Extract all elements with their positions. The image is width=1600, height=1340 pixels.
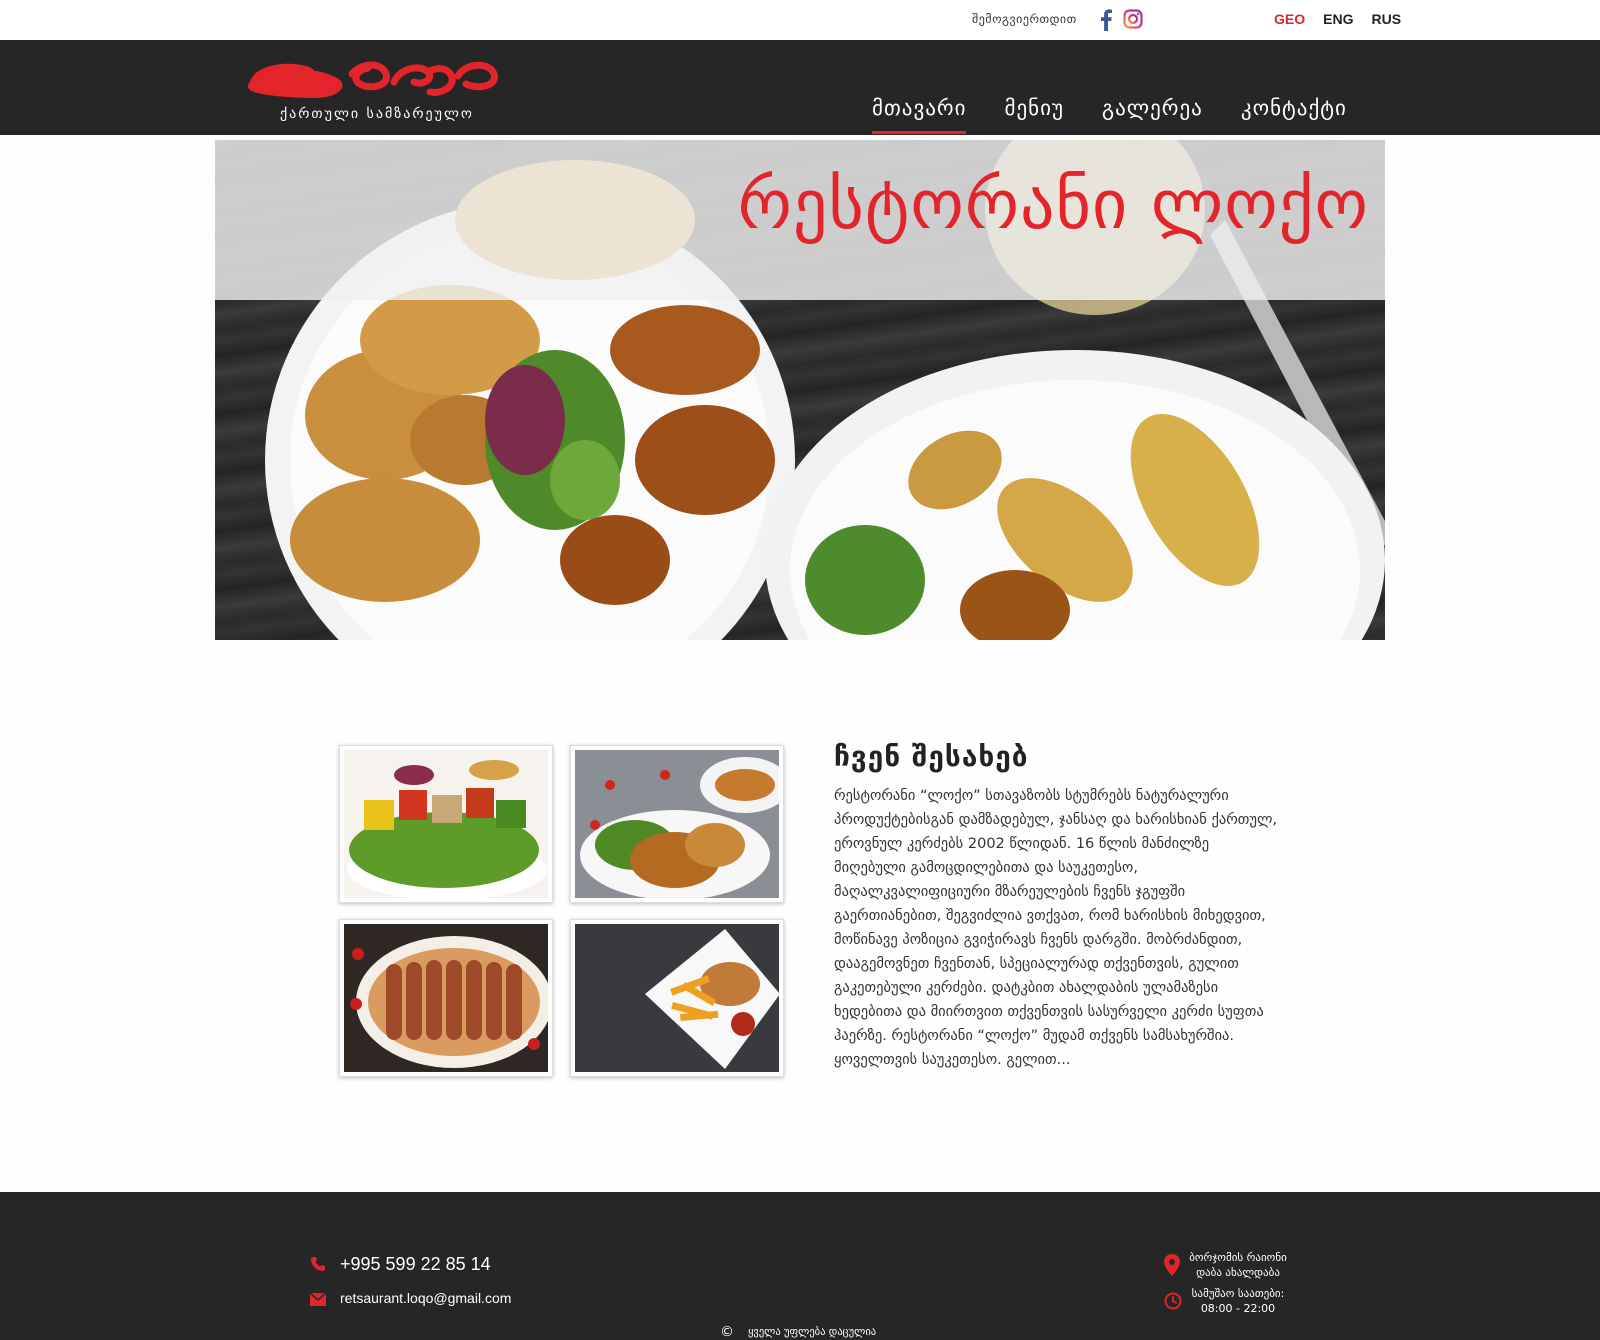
lang-geo[interactable]: GEO: [1274, 11, 1305, 27]
language-switcher: GEO ENG RUS: [1274, 11, 1401, 27]
location-pin-icon: [1164, 1254, 1180, 1276]
site-header: ქართული სამზარეულო მთავარი მენიუ გალერეა…: [0, 40, 1600, 135]
footer-hours-label: სამუშაო საათები:: [1191, 1287, 1285, 1300]
about-text: რესტორანი “ლოქო” სთავაზობს სტუმრებს ნატუ…: [834, 788, 1278, 1068]
facebook-icon[interactable]: [1099, 9, 1113, 31]
hero-banner: რესტორანი ლოქო: [215, 140, 1385, 640]
gallery-thumb-steak-fries[interactable]: [570, 919, 784, 1077]
footer-email[interactable]: retsaurant.loqo@gmail.com: [340, 1290, 511, 1306]
chicken-plate-image: [575, 750, 779, 898]
gallery-thumb-chicken-plate[interactable]: [570, 745, 784, 903]
nav-item-contact[interactable]: კონტაქტი: [1241, 96, 1347, 130]
footer-address: ბორჯომის რაიონი დაბა ახალდაბა: [1186, 1250, 1290, 1280]
sausages-image: [344, 924, 548, 1072]
footer-phone[interactable]: +995 599 22 85 14: [340, 1254, 491, 1275]
phone-icon: [311, 1257, 325, 1271]
mail-icon: [310, 1293, 326, 1306]
copyright-text: ყველა უფლება დაცულია: [748, 1326, 877, 1338]
gallery-thumb-sausages[interactable]: [339, 919, 553, 1077]
gallery-thumb-kebab-salad[interactable]: [339, 745, 553, 903]
instagram-icon[interactable]: [1123, 9, 1143, 29]
footer-hours: სამუშაო საათები: 08:00 - 22:00: [1186, 1286, 1290, 1316]
logo[interactable]: [244, 52, 504, 110]
lang-rus[interactable]: RUS: [1371, 11, 1401, 27]
footer-address-line1: ბორჯომის რაიონი: [1189, 1251, 1287, 1264]
lang-eng[interactable]: ENG: [1323, 11, 1353, 27]
clock-icon: [1164, 1292, 1182, 1310]
follow-us-label: შემოგვიერთდით: [972, 12, 1077, 26]
nav-item-gallery[interactable]: გალერეა: [1102, 96, 1203, 130]
nav-item-home[interactable]: მთავარი: [872, 96, 967, 134]
logo-tagline: ქართული სამზარეულო: [280, 106, 474, 122]
site-footer: +995 599 22 85 14 retsaurant.loqo@gmail.…: [0, 1192, 1600, 1340]
hero-title: რესტორანი ლოქო: [737, 166, 1369, 245]
footer-address-line2: დაბა ახალდაბა: [1196, 1266, 1280, 1279]
steak-fries-image: [575, 924, 779, 1072]
main-nav: მთავარი მენიუ გალერეა კონტაქტი: [872, 96, 1385, 134]
footer-copyright: © ყველა უფლება დაცულია: [720, 1324, 876, 1340]
about-title: ჩვენ შესახებ: [834, 740, 1029, 773]
kebab-salad-image: [344, 750, 548, 898]
copyright-icon: ©: [720, 1324, 734, 1340]
nav-item-menu[interactable]: მენიუ: [1004, 96, 1063, 130]
footer-hours-value: 08:00 - 22:00: [1200, 1302, 1276, 1315]
about-gallery: [339, 745, 785, 1077]
top-bar: შემოგვიერთდით GEO ENG RUS: [0, 0, 1600, 40]
